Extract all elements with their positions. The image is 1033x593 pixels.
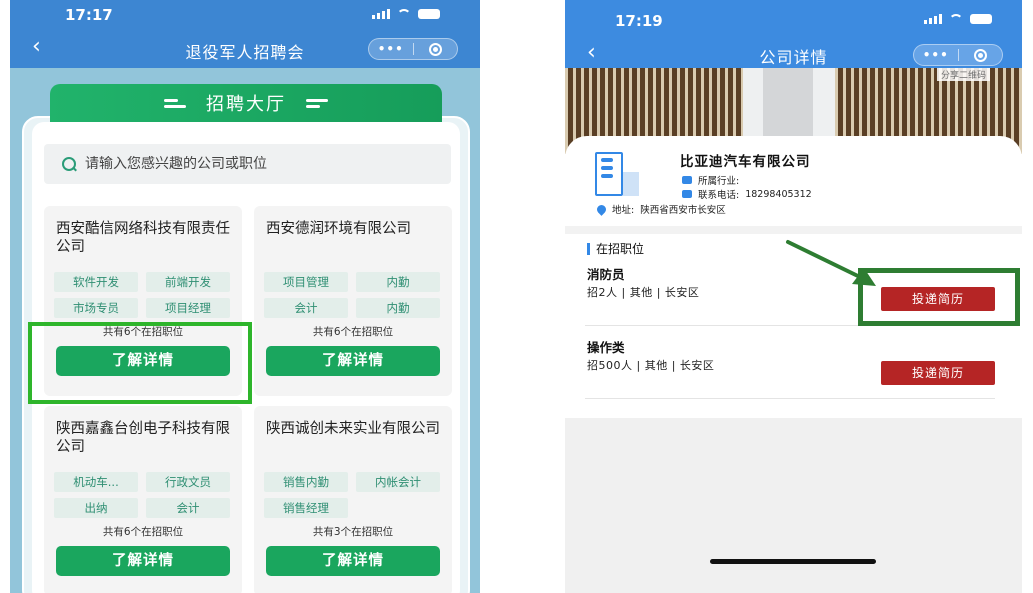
view-details-button[interactable]: 了解详情	[266, 346, 440, 376]
job-meta: 招2人 | 其他 | 长安区	[587, 286, 700, 299]
mini-program-capsule: •••	[368, 38, 458, 60]
job-tag: 内勤	[356, 298, 440, 318]
view-details-button[interactable]: 了解详情	[56, 546, 230, 576]
more-menu-button[interactable]: •••	[369, 42, 413, 56]
header-decoration-right	[306, 98, 328, 108]
header-decoration-left	[164, 98, 186, 108]
empty-area	[565, 418, 1022, 593]
job-tag: 行政文员	[146, 472, 230, 492]
search-bar[interactable]	[44, 144, 451, 184]
job-divider	[585, 398, 995, 399]
job-title: 操作类	[587, 340, 625, 355]
job-tag: 项目经理	[146, 298, 230, 318]
company-name: 西安德润环境有限公司	[266, 221, 411, 237]
nav-bar: ‹ 退役军人招聘会 •••	[10, 30, 480, 68]
mini-program-capsule: •••	[913, 44, 1003, 66]
company-name: 陕西诚创未来实业有限公司	[266, 421, 440, 437]
job-tag: 内帐会计	[356, 472, 440, 492]
job-tag: 软件开发	[54, 272, 138, 292]
status-bar: 17:17	[10, 0, 480, 30]
job-title: 消防员	[587, 267, 625, 282]
status-icons	[924, 14, 992, 24]
section-divider	[565, 226, 1022, 234]
view-details-button[interactable]: 了解详情	[266, 546, 440, 576]
battery-icon	[970, 14, 992, 24]
highlight-box	[28, 322, 252, 404]
status-icons	[372, 9, 440, 19]
job-tag: 前端开发	[146, 272, 230, 292]
job-tag: 会计	[146, 498, 230, 518]
open-positions-count: 共有6个在招职位	[102, 526, 184, 538]
open-positions-count: 共有3个在招职位	[312, 526, 394, 538]
close-mini-program-button[interactable]	[414, 42, 458, 56]
industry-label: 所属行业:	[698, 176, 740, 187]
job-meta: 招500人 | 其他 | 长安区	[587, 359, 715, 372]
submit-resume-button[interactable]: 投递简历	[881, 361, 995, 385]
company-name: 陕西嘉鑫台创电子科技有限公司	[56, 421, 230, 455]
address-row: 地址: 陕西省西安市长安区	[595, 202, 726, 216]
open-jobs-heading: 在招职位	[587, 240, 644, 257]
company-card[interactable]: 陕西诚创未来实业有限公司 销售内勤 内帐会计 销售经理 共有3个在招职位 了解详…	[254, 406, 452, 593]
company-name: 比亚迪汽车有限公司	[680, 154, 811, 170]
open-jobs-title: 在招职位	[596, 242, 645, 256]
location-pin-icon	[595, 202, 608, 216]
more-menu-button[interactable]: •••	[914, 48, 958, 62]
job-tag: 销售内勤	[264, 472, 348, 492]
battery-icon	[418, 9, 440, 19]
target-circle-icon	[973, 48, 987, 62]
section-marker	[587, 242, 590, 255]
search-icon	[62, 156, 77, 172]
hall-header: 招聘大厅	[50, 84, 442, 122]
wifi-icon	[397, 9, 411, 19]
company-info-card: 比亚迪汽车有限公司 所属行业: 联系电话: 18298405312 地址: 陕西…	[565, 136, 1022, 238]
nav-bar: 17:19 ‹ 公司详情 •••	[565, 0, 1022, 72]
job-tag: 会计	[264, 298, 348, 318]
signal-icon	[372, 9, 390, 19]
job-tag: 市场专员	[54, 298, 138, 318]
job-tag: 项目管理	[264, 272, 348, 292]
address-value: 陕西省西安市长安区	[640, 205, 726, 216]
company-building-icon	[595, 152, 643, 196]
job-tag: 销售经理	[264, 498, 348, 518]
phone-label: 联系电话:	[698, 190, 740, 201]
company-card[interactable]: 西安德润环境有限公司 项目管理 内勤 会计 内勤 共有6个在招职位 了解详情	[254, 206, 452, 396]
highlight-box	[858, 268, 1020, 326]
open-positions-count: 共有6个在招职位	[312, 326, 394, 338]
close-mini-program-button[interactable]	[959, 48, 1003, 62]
recruitment-hall-screen: 17:17 ‹ 退役军人招聘会 ••• 招聘大厅 请输入您感兴趣的公司或职位 西…	[10, 0, 480, 593]
job-tag: 机动车...	[54, 472, 138, 492]
wifi-icon	[949, 14, 963, 24]
phone-value[interactable]: 18298405312	[745, 189, 812, 200]
phone-row: 联系电话: 18298405312	[682, 187, 812, 201]
hall-title: 招聘大厅	[206, 94, 286, 115]
address-label: 地址:	[612, 205, 635, 216]
company-name: 西安酷信网络科技有限责任公司	[56, 221, 230, 255]
signal-icon	[924, 14, 942, 24]
target-circle-icon	[428, 42, 442, 56]
home-indicator[interactable]	[710, 559, 876, 564]
industry-row: 所属行业:	[682, 173, 745, 187]
status-time: 17:19	[615, 12, 663, 30]
screenshot-stage: 17:17 ‹ 退役军人招聘会 ••• 招聘大厅 请输入您感兴趣的公司或职位 西…	[0, 0, 1033, 593]
company-card[interactable]: 陕西嘉鑫台创电子科技有限公司 机动车... 行政文员 出纳 会计 共有6个在招职…	[44, 406, 242, 593]
industry-icon	[682, 176, 692, 184]
phone-icon	[682, 190, 692, 198]
share-qr-link[interactable]: 分享二维码	[936, 68, 990, 81]
status-time: 17:17	[65, 6, 113, 24]
job-tag: 内勤	[356, 272, 440, 292]
job-tag: 出纳	[54, 498, 138, 518]
search-input[interactable]	[85, 156, 425, 172]
